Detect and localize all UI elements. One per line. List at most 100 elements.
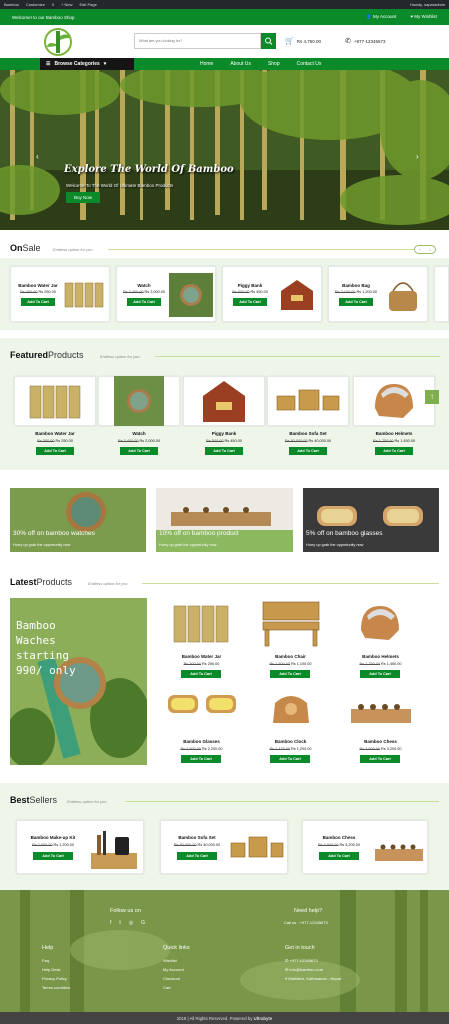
add-to-cart-button[interactable]: Add To Cart — [205, 447, 243, 455]
latest-card-4[interactable]: Bamboo Glasses Rs 2,500.00 Rs 2,200.00 A… — [164, 683, 239, 765]
featured-card-1[interactable]: Bamboo Water Jar Rs 300.00 Rs 250.00 Add… — [14, 376, 96, 458]
footer-link-privacy[interactable]: Privacy Policy — [42, 974, 70, 983]
nav-about[interactable]: About Us — [230, 61, 251, 67]
onsale-card-2[interactable]: Watch Rs 2,400.00 Rs 2,000.00 Add To Car… — [116, 266, 216, 322]
search-button[interactable] — [261, 33, 276, 49]
add-to-cart-button[interactable]: Add To Cart — [270, 670, 310, 678]
admin-edit-page-link[interactable]: Edit Page — [80, 2, 97, 7]
footer-link-account[interactable]: My Account — [163, 965, 184, 974]
google-plus-icon[interactable]: G — [141, 920, 145, 926]
product-name[interactable]: Bamboo Water Jar — [164, 654, 239, 659]
add-to-cart-button[interactable]: Add To Cart — [181, 755, 221, 763]
product-name[interactable]: Bamboo Water Jar — [14, 431, 96, 436]
product-name[interactable]: Bamboo Clock — [253, 739, 328, 744]
add-to-cart-button[interactable]: Add To Cart — [33, 852, 73, 860]
product-name[interactable]: Bamboo Glasses — [164, 739, 239, 744]
add-to-cart-button[interactable]: Add To Cart — [177, 852, 217, 860]
product-name[interactable]: Bamboo Bag — [332, 283, 380, 288]
product-price: Rs 2,100.00 Rs 1,200.00 — [332, 290, 380, 294]
footer-link-wishlist[interactable]: Wishlist — [163, 956, 184, 965]
product-name[interactable]: Bamboo Make-up Kit — [20, 835, 86, 840]
add-to-cart-button[interactable]: Add To Cart — [375, 447, 413, 455]
contact-email[interactable]: info@bamboo.com — [289, 967, 323, 972]
add-to-cart-button[interactable]: Add To Cart — [289, 447, 327, 455]
add-to-cart-button[interactable]: Add To Cart — [270, 755, 310, 763]
add-to-cart-button[interactable]: Add To Cart — [181, 670, 221, 678]
product-name[interactable]: Piggy Bank — [226, 283, 274, 288]
product-name[interactable]: Bamboo Chess — [343, 739, 418, 744]
bamboo-chair-image — [262, 601, 320, 647]
latest-card-3[interactable]: Bamboo Helmets Rs 1,750.00 Rs 1,450.00 A… — [343, 598, 418, 680]
site-logo[interactable] — [40, 26, 76, 58]
helmet-image — [375, 384, 413, 418]
admin-new-link[interactable]: + New — [61, 2, 72, 7]
nav-shop[interactable]: Shop — [268, 61, 280, 67]
promo-banner-2[interactable]: 10% off on bamboo product Hurry up grab … — [156, 488, 293, 552]
copyright-brand[interactable]: Ultrabyte — [254, 1016, 273, 1021]
product-name[interactable]: Bamboo Helmets — [353, 431, 435, 436]
browse-categories-button[interactable]: ☰ Browse Categories ▾ — [40, 58, 134, 70]
product-name[interactable]: Bamboo Water Jar — [14, 283, 62, 288]
bestseller-card-1[interactable]: Bamboo Make-up Kit Rs 2,500.00 Rs 1,200.… — [16, 820, 144, 874]
add-to-cart-button[interactable]: Add To Cart — [360, 755, 400, 763]
latest-card-2[interactable]: Bamboo Chair Rs 1,500.00 Rs 1,100.00 Add… — [253, 598, 328, 680]
bestseller-card-3[interactable]: Bamboo Chess Rs 3,500.00 Rs 3,200.00 Add… — [302, 820, 428, 874]
product-name[interactable]: Piggy Bank — [183, 431, 265, 436]
product-name[interactable]: Bamboo Sofa Set — [164, 835, 230, 840]
product-name[interactable]: Bamboo Chair — [253, 654, 328, 659]
add-to-cart-button[interactable]: Add To Cart — [339, 298, 373, 306]
promo-banner-3[interactable]: 5% off on bamboo glasses Hurry up grab t… — [303, 488, 439, 552]
wishlist-link[interactable]: ♥ My Wishlist — [410, 14, 437, 20]
featured-card-5[interactable]: Bamboo Helmets Rs 1,750.00 Rs 1,450.00 A… — [353, 376, 435, 458]
add-to-cart-button[interactable]: Add To Cart — [21, 298, 55, 306]
latest-card-5[interactable]: Bamboo Clock Rs 1,425.00 Rs 1,200.00 Add… — [253, 683, 328, 765]
onsale-carousel-controls[interactable]: ‹ › — [414, 245, 436, 254]
prev-icon[interactable]: ‹ — [419, 247, 420, 252]
latest-card-1[interactable]: Bamboo Water Jar Rs 300.00 Rs 250.00 Add… — [164, 598, 239, 680]
scroll-top-button[interactable]: ↑ — [425, 390, 439, 404]
product-name[interactable]: Bamboo Helmets — [343, 654, 418, 659]
featured-card-4[interactable]: Bamboo Sofa Set Rs 50,000.00 Rs 40,000.0… — [267, 376, 349, 458]
add-to-cart-button[interactable]: Add To Cart — [127, 298, 161, 306]
featured-card-2[interactable]: Watch Rs 2,400.00 Rs 2,000.00 Add To Car… — [98, 376, 180, 458]
search-input[interactable]: What are you looking for? — [134, 33, 261, 49]
admin-howdy[interactable]: Howdy, saparadmin — [410, 2, 445, 7]
latest-card-6[interactable]: Bamboo Chess Rs 3,500.00 Rs 3,200.00 Add… — [343, 683, 418, 765]
product-name[interactable]: Watch — [98, 431, 180, 436]
footer-link-faq[interactable]: Faq — [42, 956, 70, 965]
footer-link-cart[interactable]: Cart — [163, 983, 184, 992]
footer-link-terms[interactable]: Terms condition — [42, 983, 70, 992]
latest-watch-banner[interactable]: Bamboo Waches starting 990/ only — [10, 598, 147, 765]
admin-site-link[interactable]: Bamboo — [4, 2, 19, 7]
next-icon[interactable]: › — [429, 247, 430, 252]
slider-prev-arrow[interactable]: ‹ — [36, 152, 39, 161]
facebook-icon[interactable]: f — [110, 920, 111, 926]
add-to-cart-button[interactable]: Add To Cart — [36, 447, 74, 455]
nav-home[interactable]: Home — [200, 61, 213, 67]
nav-contact[interactable]: Contact Us — [297, 61, 322, 67]
add-to-cart-button[interactable]: Add To Cart — [319, 852, 359, 860]
buy-now-button[interactable]: Buy Now — [66, 192, 101, 203]
add-to-cart-button[interactable]: Add To Cart — [360, 670, 400, 678]
footer-link-help-desk[interactable]: Help Desk — [42, 965, 70, 974]
featured-card-3[interactable]: Piggy Bank Rs 500.00 Rs 450.00 Add To Ca… — [183, 376, 265, 458]
bamboo-forest-image — [0, 70, 449, 230]
admin-comments-count[interactable]: 0 — [52, 2, 54, 7]
onsale-card-4[interactable]: Bamboo Bag Rs 2,100.00 Rs 1,200.00 Add T… — [328, 266, 428, 322]
add-to-cart-button[interactable]: Add To Cart — [233, 298, 267, 306]
my-account-link[interactable]: 👤 My Account — [366, 14, 396, 20]
instagram-icon[interactable]: ◎ — [129, 920, 133, 926]
onsale-card-1[interactable]: Bamboo Water Jar Rs 300.00 Rs 250.00 Add… — [10, 266, 110, 322]
slider-next-arrow[interactable]: › — [416, 152, 419, 161]
admin-customize-link[interactable]: Customize — [26, 2, 45, 7]
product-name[interactable]: Watch — [120, 283, 168, 288]
onsale-card-3[interactable]: Piggy Bank Rs 500.00 Rs 450.00 Add To Ca… — [222, 266, 322, 322]
twitter-icon[interactable]: t — [119, 920, 120, 926]
cart-summary[interactable]: 🛒 Rs 4,750.00 — [285, 37, 321, 45]
promo-banner-1[interactable]: 30% off on bamboo watches Hurry up grab … — [10, 488, 146, 552]
bestseller-card-2[interactable]: Bamboo Sofa Set Rs 50,000.00 Rs 40,000.0… — [160, 820, 288, 874]
add-to-cart-button[interactable]: Add To Cart — [120, 447, 158, 455]
footer-link-checkout[interactable]: Checkout — [163, 974, 184, 983]
product-name[interactable]: Bamboo Sofa Set — [267, 431, 349, 436]
product-name[interactable]: Bamboo Chess — [306, 835, 372, 840]
